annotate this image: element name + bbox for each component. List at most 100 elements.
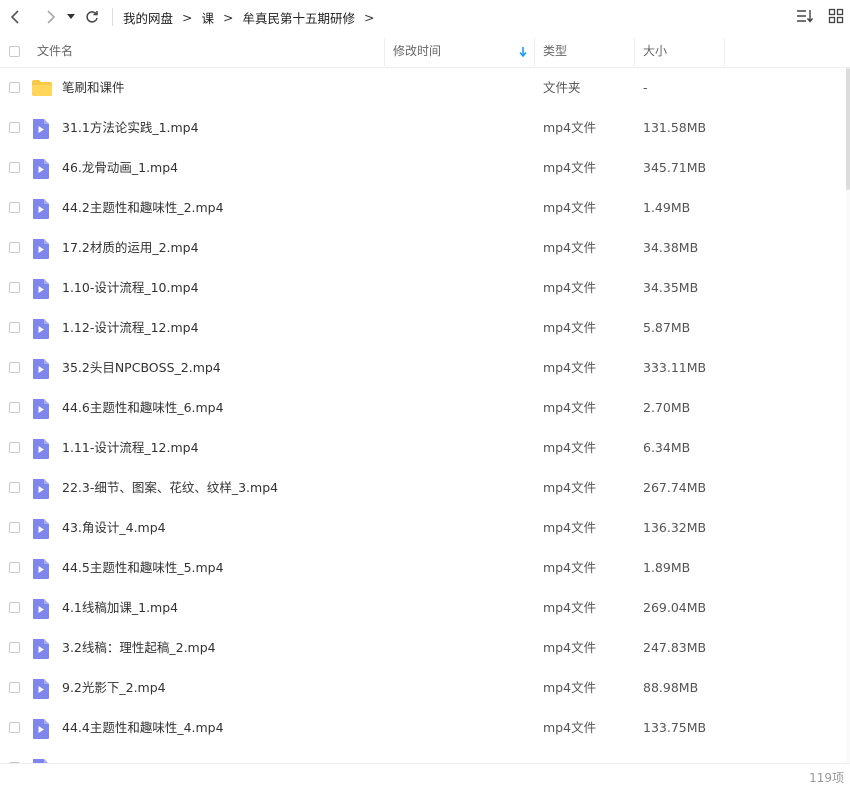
file-name[interactable]: 1.11-设计流程_12.mp4	[62, 428, 199, 468]
file-size: 34.38MB	[643, 240, 699, 255]
row-checkbox[interactable]	[9, 522, 20, 533]
row-checkbox[interactable]	[9, 562, 20, 573]
file-name[interactable]: 44.4主题性和趣味性_4.mp4	[62, 708, 224, 748]
file-row[interactable]: 17.2材质的运用_2.mp4 mp4文件 34.38MB	[0, 228, 846, 268]
file-name[interactable]: 1.10-设计流程_10.mp4	[62, 268, 199, 308]
row-checkbox[interactable]	[9, 442, 20, 453]
row-checkbox[interactable]	[9, 642, 20, 653]
row-checkbox[interactable]	[9, 322, 20, 333]
row-checkbox[interactable]	[9, 202, 20, 213]
row-checkbox[interactable]	[9, 122, 20, 133]
refresh-icon	[86, 11, 98, 23]
row-checkbox[interactable]	[9, 362, 20, 373]
file-size: 5.87MB	[643, 320, 691, 335]
video-file-icon	[31, 118, 51, 143]
column-size[interactable]: 大小	[643, 36, 667, 67]
column-modified[interactable]: 修改时间	[393, 36, 441, 67]
file-name[interactable]: 44.5主题性和趣味性_5.mp4	[62, 548, 224, 588]
column-divider[interactable]	[634, 38, 635, 66]
file-name[interactable]: 44.2主题性和趣味性_2.mp4	[62, 188, 224, 228]
file-size: 333.11MB	[643, 360, 707, 375]
breadcrumb-item[interactable]: 我的网盘	[123, 8, 173, 27]
row-checkbox[interactable]	[9, 602, 20, 613]
file-row[interactable]: 35.2头目NPCBOSS_2.mp4 mp4文件 333.11MB	[0, 348, 846, 388]
row-checkbox[interactable]	[9, 682, 20, 693]
file-name[interactable]: 9.2光影下_2.mp4	[62, 668, 166, 708]
file-size: -	[643, 80, 648, 95]
row-checkbox[interactable]	[9, 162, 20, 173]
file-name[interactable]: 44.6主题性和趣味性_6.mp4	[62, 388, 224, 428]
grid-icon	[828, 8, 844, 24]
video-file-icon	[31, 438, 51, 463]
row-checkbox[interactable]	[9, 402, 20, 413]
file-name[interactable]: 35.2头目NPCBOSS_2.mp4	[62, 348, 221, 388]
file-type: mp4文件	[543, 360, 597, 375]
file-size: 247.83MB	[643, 640, 707, 655]
column-header: 文件名 修改时间 类型 大小	[0, 36, 850, 68]
file-row[interactable]: 44.2主题性和趣味性_2.mp4 mp4文件 1.49MB	[0, 188, 846, 228]
file-row[interactable]: 9.2光影下_2.mp4 mp4文件 88.98MB	[0, 668, 846, 708]
file-row[interactable]: 43.角设计_4.mp4 mp4文件 136.32MB	[0, 508, 846, 548]
file-name[interactable]: 22.3-细节、图案、花纹、纹样_3.mp4	[62, 468, 278, 508]
file-name[interactable]: 3.2线稿：理性起稿_2.mp4	[62, 628, 216, 668]
file-name[interactable]: 43.角设计_4.mp4	[62, 508, 166, 548]
file-row[interactable]: 1.11-设计流程_12.mp4 mp4文件 6.34MB	[0, 428, 846, 468]
file-row[interactable]: 44.6主题性和趣味性_6.mp4 mp4文件 2.70MB	[0, 388, 846, 428]
refresh-button[interactable]	[81, 6, 103, 28]
file-type: mp4文件	[543, 680, 597, 695]
breadcrumb-expand-icon[interactable]: >	[364, 10, 374, 25]
column-name[interactable]: 文件名	[37, 36, 73, 67]
file-row[interactable]: 31.1方法论实践_1.mp4 mp4文件 131.58MB	[0, 108, 846, 148]
file-name[interactable]: 46.龙骨动画_1.mp4	[62, 148, 178, 188]
select-all-checkbox[interactable]	[9, 46, 20, 57]
file-size: 131.58MB	[643, 120, 707, 135]
file-row[interactable]: 46.龙骨动画_1.mp4 mp4文件 345.71MB	[0, 148, 846, 188]
file-row[interactable]: 44.5主题性和趣味性_5.mp4 mp4文件 1.89MB	[0, 548, 846, 588]
breadcrumb-separator-icon: >	[182, 9, 193, 25]
forward-button[interactable]	[39, 6, 61, 28]
file-row[interactable]: 1.10-设计流程_10.mp4 mp4文件 34.35MB	[0, 268, 846, 308]
file-row[interactable]: 22.3-细节、图案、花纹、纹样_3.mp4 mp4文件 267.74MB	[0, 468, 846, 508]
file-row[interactable]: 44.4主题性和趣味性_4.mp4 mp4文件 133.75MB	[0, 708, 846, 748]
column-divider[interactable]	[724, 38, 725, 66]
file-row[interactable]: 笔刷和课件 文件夹 -	[0, 68, 846, 108]
view-controls	[796, 8, 844, 28]
file-row[interactable]: 3.2线稿：理性起稿_2.mp4 mp4文件 247.83MB	[0, 628, 846, 668]
video-file-icon	[31, 198, 51, 223]
sort-view-button[interactable]	[796, 8, 814, 28]
breadcrumb-item[interactable]: 牟真民第十五期研修	[243, 8, 356, 27]
video-file-icon	[31, 358, 51, 383]
file-type: mp4文件	[543, 440, 597, 455]
file-name[interactable]: 4.1线稿加课_1.mp4	[62, 588, 178, 628]
row-checkbox[interactable]	[9, 482, 20, 493]
breadcrumb-item[interactable]: 课	[202, 8, 215, 27]
grid-view-button[interactable]	[828, 8, 844, 28]
file-type: mp4文件	[543, 400, 597, 415]
file-type: mp4文件	[543, 480, 597, 495]
row-checkbox[interactable]	[9, 242, 20, 253]
column-type[interactable]: 类型	[543, 36, 567, 67]
scrollbar[interactable]	[846, 68, 850, 763]
file-name[interactable]: 笔刷和课件	[62, 68, 125, 108]
history-dropdown-button[interactable]	[65, 6, 77, 28]
file-row[interactable]: 1.12-设计流程_12.mp4 mp4文件 5.87MB	[0, 308, 846, 348]
chevron-left-icon	[10, 10, 19, 24]
file-row[interactable]: 4.1线稿加课_1.mp4 mp4文件 269.04MB	[0, 588, 846, 628]
toolbar: 我的网盘 > 课 > 牟真民第十五期研修 >	[0, 0, 850, 34]
file-name[interactable]: 17.2材质的运用_2.mp4	[62, 228, 199, 268]
file-size: 2.70MB	[643, 400, 691, 415]
file-name[interactable]: 1.12-设计流程_12.mp4	[62, 308, 199, 348]
file-name[interactable]: 31.1方法论实践_1.mp4	[62, 108, 199, 148]
video-file-icon	[31, 518, 51, 543]
file-size: 267.74MB	[643, 480, 707, 495]
column-divider[interactable]	[534, 38, 535, 66]
column-divider[interactable]	[384, 38, 385, 66]
row-checkbox[interactable]	[9, 82, 20, 93]
breadcrumb-separator-icon: >	[223, 9, 234, 25]
scrollbar-thumb[interactable]	[846, 68, 850, 190]
file-list: 笔刷和课件 文件夹 - 31.1方法论实践_1.mp4 mp4文件 131.58MB 46.…	[0, 68, 846, 763]
file-row[interactable]	[0, 748, 846, 763]
row-checkbox[interactable]	[9, 722, 20, 733]
back-button[interactable]	[5, 6, 27, 28]
row-checkbox[interactable]	[9, 282, 20, 293]
